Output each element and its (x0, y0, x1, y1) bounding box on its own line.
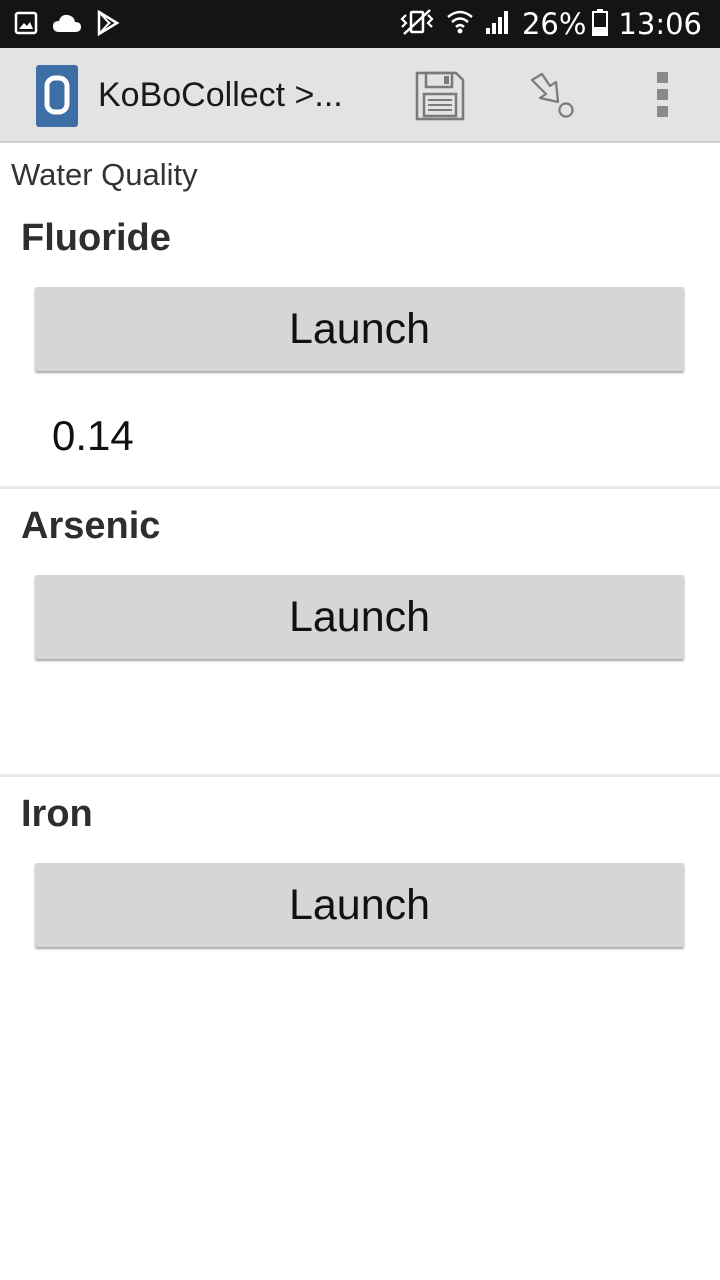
launch-button-fluoride[interactable]: Launch (35, 287, 684, 371)
image-icon (14, 11, 38, 40)
wifi-icon (446, 8, 474, 41)
play-store-icon (96, 9, 120, 41)
app-title: KoBoCollect >... (98, 76, 343, 114)
system-icons: 26% 13:06 (398, 6, 702, 42)
overflow-menu-button[interactable] (652, 72, 676, 118)
kobo-logo-icon (36, 65, 78, 132)
question-label-iron: Iron (21, 793, 93, 835)
battery-percentage: 26% (521, 7, 587, 41)
cloud-icon (52, 12, 82, 39)
answer-value-fluoride: 0.14 (52, 412, 134, 459)
clock: 13:06 (618, 7, 702, 41)
question-label-arsenic: Arsenic (21, 505, 161, 547)
question-label-fluoride: Fluoride (21, 217, 171, 259)
go-to-icon (528, 72, 578, 124)
save-button[interactable] (414, 70, 466, 127)
save-icon (414, 71, 466, 126)
vibrate-icon (398, 7, 436, 42)
group-label: Water Quality (11, 157, 198, 192)
status-bar: 26% 13:06 (0, 0, 720, 48)
app-bar: KoBoCollect >... (0, 48, 720, 143)
launch-button-iron[interactable]: Launch (35, 863, 684, 947)
launch-button-arsenic[interactable]: Launch (35, 575, 684, 659)
battery-icon (592, 8, 609, 41)
go-to-prompt-button[interactable] (528, 72, 578, 125)
question-divider (0, 486, 720, 489)
notification-icons (14, 9, 120, 41)
question-divider (0, 774, 720, 777)
signal-icon (484, 8, 512, 41)
